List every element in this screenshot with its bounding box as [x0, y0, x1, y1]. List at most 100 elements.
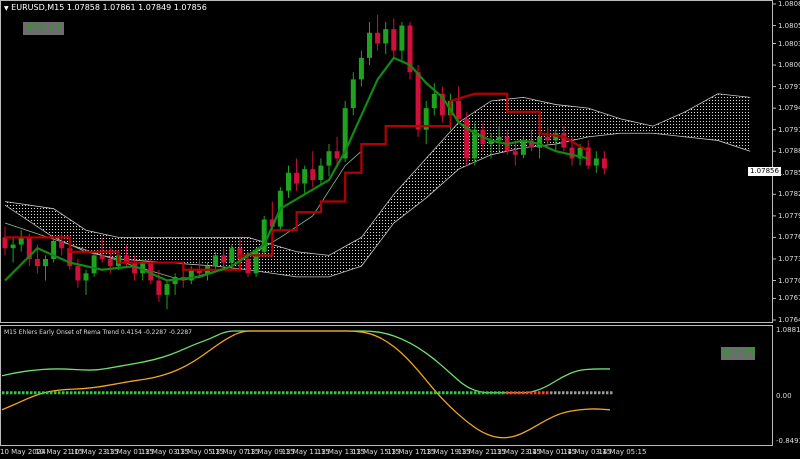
price-axis-label: 1.07970 — [778, 82, 800, 91]
chart-canvas[interactable] — [0, 0, 800, 459]
zero-line-dot — [350, 391, 353, 395]
ohlc-values: 1.07858 1.07861 1.07849 1.07856 — [66, 3, 207, 12]
zero-line-dot — [238, 391, 241, 395]
eot-toggle-button[interactable]: EOT-off — [721, 347, 755, 360]
candle-body — [43, 258, 48, 267]
zero-line-dot — [534, 391, 537, 395]
zero-line-dot — [162, 391, 165, 395]
candle-body — [464, 118, 470, 159]
candle-body — [2, 237, 8, 249]
candle-body — [593, 158, 599, 166]
zero-line-dot — [182, 391, 185, 395]
zero-line-dot — [366, 391, 369, 395]
candle-body — [221, 255, 227, 263]
zero-line-dot — [166, 391, 169, 395]
zero-line-dot — [250, 391, 253, 395]
zero-line-dot — [342, 391, 345, 395]
candle-body — [59, 241, 65, 249]
trading-terminal-chart[interactable]: ▼ EURUSD,M15 1.07858 1.07861 1.07849 1.0… — [0, 0, 800, 459]
zero-line-dot — [398, 391, 401, 395]
zero-line-dot — [402, 391, 405, 395]
candle-body — [383, 29, 389, 44]
zero-line-dot — [86, 391, 89, 395]
candle-body — [326, 151, 332, 166]
zero-line-dot — [562, 391, 565, 395]
zero-line-dot — [554, 391, 557, 395]
candle-body — [561, 133, 567, 148]
candle-body — [375, 32, 381, 44]
zero-line-dot — [458, 391, 461, 395]
indicator-pane-frame — [0, 325, 773, 446]
current-price-tag: 1.07856 — [748, 167, 781, 176]
candle-body — [91, 255, 97, 274]
zero-line-dot — [450, 391, 453, 395]
zero-line-dot — [338, 391, 341, 395]
zero-line-dot — [258, 391, 261, 395]
zero-line-dot — [118, 391, 121, 395]
zero-line-dot — [202, 391, 205, 395]
zero-line-dot — [6, 391, 9, 395]
price-axis-label: 1.07675 — [778, 294, 800, 303]
zero-line-dot — [502, 391, 505, 395]
zero-line-dot — [230, 391, 233, 395]
price-axis-label: 1.07820 — [778, 190, 800, 199]
zero-line-dot — [518, 391, 521, 395]
candle-body — [245, 258, 251, 274]
zero-line-dot — [406, 391, 409, 395]
zero-line-dot — [206, 391, 209, 395]
zero-line-dot — [286, 391, 289, 395]
candle-body — [415, 72, 421, 130]
zero-line-dot — [498, 391, 501, 395]
ichimoku-cloud — [5, 93, 751, 277]
candle-body — [107, 258, 113, 267]
zero-line-dot — [70, 391, 73, 395]
zero-line-dot — [294, 391, 297, 395]
candle-body — [431, 93, 437, 109]
zero-line-dot — [170, 391, 173, 395]
candle-body — [99, 255, 105, 259]
candle-body — [456, 100, 462, 119]
price-axis-label: 1.07700 — [778, 276, 800, 285]
zero-line-dot — [190, 391, 193, 395]
zero-line-dot — [466, 391, 469, 395]
zero-line-dot — [318, 391, 321, 395]
zero-line-dot — [262, 391, 265, 395]
zero-line-dot — [446, 391, 449, 395]
ichi-toggle-button[interactable]: ICHI-off — [23, 22, 64, 35]
zero-line-dot — [522, 391, 525, 395]
zero-line-dot — [386, 391, 389, 395]
zero-line-dot — [242, 391, 245, 395]
zero-line-dot — [346, 391, 349, 395]
zero-line-dot — [434, 391, 437, 395]
price-axis-label: 1.07940 — [778, 104, 800, 113]
zero-line-dot — [254, 391, 257, 395]
price-axis-label: 1.07850 — [778, 168, 800, 177]
candle-body — [75, 266, 81, 281]
candle-body — [83, 273, 89, 281]
zero-line-dot — [210, 391, 213, 395]
zero-line-dot — [134, 391, 137, 395]
candle-body — [164, 284, 170, 295]
zero-line-dot — [150, 391, 153, 395]
price-axis-label: 1.07880 — [778, 147, 800, 156]
candle-body — [358, 57, 364, 80]
zero-line-dot — [558, 391, 561, 395]
zero-line-dot — [222, 391, 225, 395]
zero-line-dot — [10, 391, 13, 395]
zero-line-dot — [74, 391, 77, 395]
zero-line-dot — [26, 391, 29, 395]
zero-line-dot — [30, 391, 33, 395]
price-axis-label: 1.08030 — [778, 39, 800, 48]
zero-line-dot — [610, 391, 613, 395]
zero-line-dot — [394, 391, 397, 395]
zero-line-dot — [590, 391, 593, 395]
zero-line-dot — [278, 391, 281, 395]
candle-body — [302, 169, 308, 184]
collapse-triangle-icon[interactable]: ▼ — [4, 5, 9, 12]
zero-line-dot — [514, 391, 517, 395]
zero-line-dot — [98, 391, 101, 395]
zero-line-dot — [546, 391, 549, 395]
candle-body — [399, 25, 405, 51]
zero-line-dot — [194, 391, 197, 395]
zero-line-dot — [586, 391, 589, 395]
